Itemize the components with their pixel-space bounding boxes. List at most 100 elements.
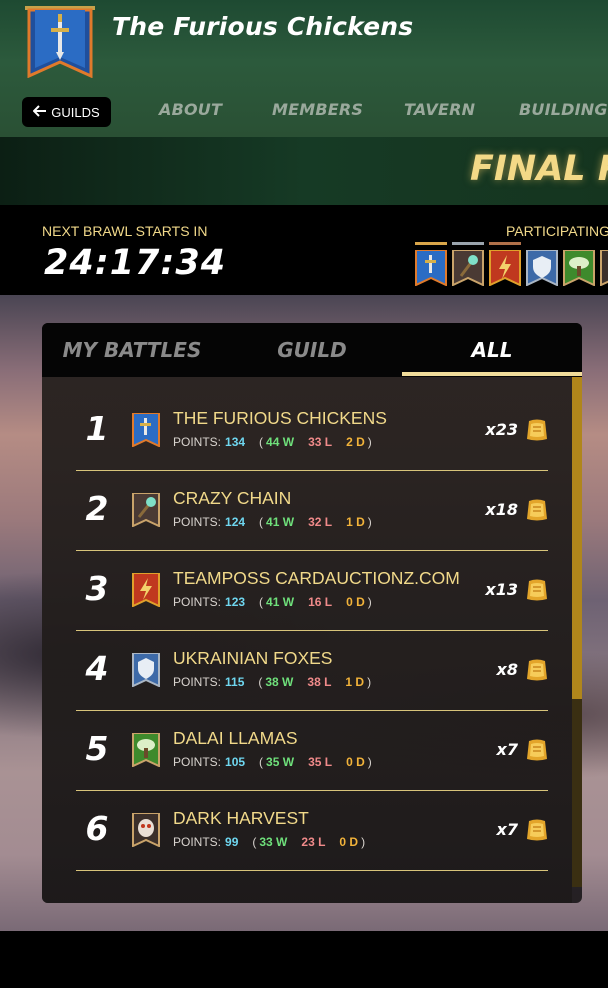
bottom-bar [0, 931, 608, 988]
reward-count: x7 [496, 820, 518, 839]
draws-value: 1 D [346, 515, 365, 529]
stats-open-paren: ( [258, 675, 263, 689]
rank-number: 3 [85, 569, 109, 608]
wins-value: 44 W [266, 435, 295, 449]
points-label: POINTS: [173, 435, 222, 449]
losses-value: 35 L [308, 755, 333, 769]
tab-all[interactable]: ALL [402, 323, 582, 377]
tab-my-battles[interactable]: MY BATTLES [42, 323, 222, 377]
team-name[interactable]: UKRAINIAN FOXES [173, 648, 332, 669]
draws-value: 1 D [345, 675, 365, 689]
points-label: POINTS: [173, 835, 222, 849]
gold-reward-icon [527, 499, 547, 521]
staff-banner-icon[interactable] [451, 250, 485, 286]
lightning-banner-icon[interactable] [488, 250, 522, 286]
gold-reward-icon [527, 819, 547, 841]
team-name[interactable]: DARK HARVEST [173, 808, 309, 829]
team-name[interactable]: CRAZY CHAIN [173, 488, 291, 509]
participating-label: PARTICIPATING [506, 223, 608, 239]
team-name[interactable]: THE FURIOUS CHICKENS [173, 408, 387, 429]
team-stats: POINTS: 99 (33 W 23 L 0 D) [173, 835, 365, 849]
tree-banner-icon [132, 733, 160, 767]
guild-header: The Furious Chickens GUILDS ABOUT MEMBER… [0, 0, 608, 137]
final-results-strip: FINAL RE [0, 137, 608, 205]
tree-banner-icon[interactable] [562, 250, 596, 286]
draws-value: 0 D [339, 835, 359, 849]
losses-value: 16 L [308, 595, 333, 609]
points-value: 99 [225, 835, 239, 849]
ranking-row[interactable]: 6 DARK HARVEST POINTS: 99 (33 W 23 L 0 D) x7 [76, 791, 548, 871]
tab-members[interactable]: MEMBERS [272, 100, 363, 119]
participant-indicator [489, 242, 521, 245]
team-stats: POINTS: 123 (41 W 16 L 0 D) [173, 595, 372, 609]
next-brawl-label: NEXT BRAWL STARTS IN [42, 223, 208, 239]
sword-banner-icon[interactable] [414, 250, 448, 286]
rank-number: 5 [85, 729, 109, 768]
gold-reward-icon [527, 579, 547, 601]
losses-value: 32 L [308, 515, 333, 529]
team-stats: POINTS: 115 (38 W 38 L 1 D) [173, 675, 371, 689]
gold-reward-icon [527, 739, 547, 761]
active-tab-underline [402, 372, 582, 376]
stats-close-paren: ) [367, 675, 372, 689]
team-name[interactable]: TEAMPOSS CARDAUCTIONZ.COM [173, 568, 460, 589]
team-name[interactable]: DALAI LLAMAS [173, 728, 298, 749]
wins-value: 38 W [265, 675, 294, 689]
team-stats: POINTS: 105 (35 W 35 L 0 D) [173, 755, 372, 769]
draws-value: 2 D [346, 435, 365, 449]
results-list: 1 THE FURIOUS CHICKENS POINTS: 134(44 W 33 L… [42, 377, 572, 903]
tab-buildings[interactable]: BUILDINGS [519, 100, 608, 119]
tab-tavern[interactable]: TAVERN [404, 100, 475, 119]
draws-value: 0 D [346, 595, 365, 609]
back-to-guilds-button[interactable]: GUILDS [22, 97, 111, 127]
ranking-row[interactable]: 1 THE FURIOUS CHICKENS POINTS: 134 (44 W 33 L… [76, 391, 548, 471]
ranking-row[interactable]: 3 TEAMPOSS CARDAUCTIONZ.COM POINTS: 123 (41 … [76, 551, 548, 631]
stats-close-paren: ) [367, 595, 372, 609]
points-label: POINTS: [173, 595, 222, 609]
team-stats: POINTS: 134 (44 W 33 L 2 D) [173, 435, 372, 449]
points-value: 123 [225, 595, 246, 609]
stats-open-paren: ( [259, 755, 264, 769]
stats-close-paren: ) [367, 435, 372, 449]
gold-reward-icon [527, 659, 547, 681]
points-value: 115 [225, 675, 245, 689]
losses-value: 33 L [308, 435, 333, 449]
stats-open-paren: ( [259, 595, 264, 609]
points-value: 134 [225, 435, 246, 449]
owl-banner-icon[interactable] [599, 250, 608, 286]
points-label: POINTS: [173, 515, 222, 529]
losses-value: 23 L [301, 835, 326, 849]
tab-guild[interactable]: GUILD [222, 323, 402, 377]
reward-count: x13 [485, 580, 518, 599]
ranking-row[interactable]: 5 DALAI LLAMAS POINTS: 105 (35 W 35 L 0 D) x7 [76, 711, 548, 791]
brawl-info-bar: NEXT BRAWL STARTS IN 24:17:34 PARTICIPAT… [0, 205, 608, 295]
staff-banner-icon [132, 493, 160, 527]
arrow-left-icon [32, 104, 47, 120]
tab-about[interactable]: ABOUT [159, 100, 222, 119]
reward-count: x18 [485, 500, 518, 519]
stats-close-paren: ) [361, 835, 366, 849]
wins-value: 41 W [266, 515, 295, 529]
ranking-row[interactable]: 2 CRAZY CHAIN POINTS: 124 (41 W 32 L 1 D) x18 [76, 471, 548, 551]
final-results-title: FINAL RE [470, 149, 608, 189]
shield-banner-icon [132, 653, 160, 687]
lightning-banner-icon [132, 573, 160, 607]
wins-value: 33 W [259, 835, 288, 849]
reward-count: x7 [496, 740, 518, 759]
points-value: 105 [225, 755, 246, 769]
stats-open-paren: ( [259, 515, 264, 529]
points-label: POINTS: [173, 675, 222, 689]
rank-number: 2 [85, 489, 109, 528]
guild-banner-icon [25, 6, 95, 78]
ranking-row[interactable]: 4 UKRAINIAN FOXES POINTS: 115 (38 W 38 L 1 D) x… [76, 631, 548, 711]
rank-number: 6 [85, 809, 109, 848]
brawl-countdown: 24:17:34 [44, 243, 227, 283]
scrollbar-thumb[interactable] [572, 377, 582, 699]
wins-value: 35 W [266, 755, 295, 769]
participant-indicator [415, 242, 447, 245]
stats-open-paren: ( [259, 435, 264, 449]
gold-reward-icon [527, 419, 547, 441]
points-label: POINTS: [173, 755, 222, 769]
shield-banner-icon[interactable] [525, 250, 559, 286]
stats-close-paren: ) [367, 515, 372, 529]
